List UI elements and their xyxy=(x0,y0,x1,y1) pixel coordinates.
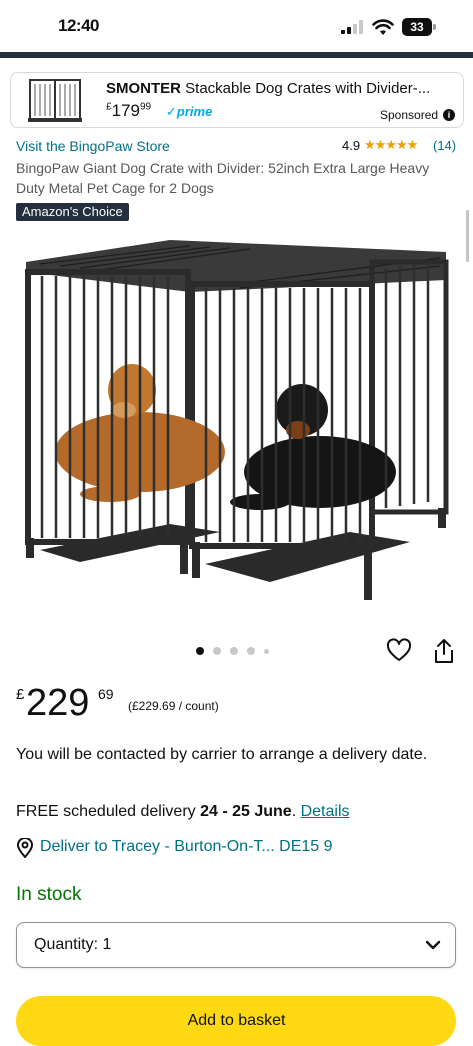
carousel-dot[interactable] xyxy=(196,647,204,655)
star-rating[interactable]: ★★★★★ xyxy=(364,137,418,153)
visit-store-link[interactable]: Visit the BingoPaw Store xyxy=(16,138,170,154)
sponsored-product-thumbnail[interactable] xyxy=(22,76,88,124)
prime-badge: ✓prime xyxy=(166,104,213,119)
image-carousel-dots[interactable] xyxy=(196,646,269,656)
rating-value[interactable]: 4.9 xyxy=(342,138,360,153)
carousel-dot[interactable] xyxy=(213,647,221,655)
sponsored-brand: SMONTER xyxy=(106,80,181,97)
status-time: 12:40 xyxy=(58,16,99,35)
sponsored-price-fraction: 99 xyxy=(139,101,152,113)
battery-icon: 33 xyxy=(402,18,436,36)
delivery-contact-note: You will be contacted by carrier to arra… xyxy=(16,746,428,763)
review-count-link[interactable]: (14) xyxy=(433,138,456,153)
sponsored-title[interactable]: SMONTER Stackable Dog Crates with Divide… xyxy=(106,80,456,97)
heart-icon[interactable] xyxy=(386,638,412,664)
scrollbar[interactable] xyxy=(466,210,469,262)
delivery-info: FREE scheduled delivery 24 - 25 June. De… xyxy=(16,803,350,821)
unit-price: (£229.69 / count) xyxy=(128,699,219,713)
delivery-prefix: FREE scheduled delivery xyxy=(16,803,201,820)
price-fraction: 69 xyxy=(98,686,114,702)
carousel-dot[interactable] xyxy=(247,647,255,655)
price-currency: £ xyxy=(16,686,25,703)
header-bar xyxy=(0,52,473,58)
chevron-down-icon[interactable] xyxy=(424,936,442,954)
signal-icon xyxy=(341,20,363,34)
sponsored-title-text: Stackable Dog Crates with Divider-... xyxy=(181,80,431,97)
quantity-label[interactable]: Quantity: 1 xyxy=(34,936,111,954)
deliver-to-link[interactable]: Deliver to Tracey - Burton-On-T... DE15 … xyxy=(40,838,333,856)
product-title: BingoPaw Giant Dog Crate with Divider: 5… xyxy=(16,160,430,196)
sponsored-price-whole: 179 xyxy=(111,101,140,120)
carousel-dot[interactable] xyxy=(264,648,269,654)
amazons-choice-badge: Amazon's Choice xyxy=(16,203,129,221)
add-to-basket-label[interactable]: Add to basket xyxy=(0,1012,473,1030)
info-icon[interactable]: i xyxy=(443,109,455,121)
stock-status: In stock xyxy=(16,884,82,905)
sponsored-price: £17999 xyxy=(106,101,151,121)
wifi-icon xyxy=(372,19,394,35)
battery-level: 33 xyxy=(410,20,424,34)
delivery-suffix: . xyxy=(291,803,301,820)
location-pin-icon[interactable] xyxy=(16,838,34,858)
details-link[interactable]: Details xyxy=(301,803,350,820)
product-image[interactable] xyxy=(20,232,456,612)
delivery-dates: 24 - 25 June xyxy=(200,803,292,820)
sponsored-label[interactable]: Sponsored xyxy=(380,108,438,122)
carousel-dot[interactable] xyxy=(230,647,238,655)
price-whole: 229 xyxy=(26,682,90,724)
share-icon[interactable] xyxy=(432,638,456,664)
